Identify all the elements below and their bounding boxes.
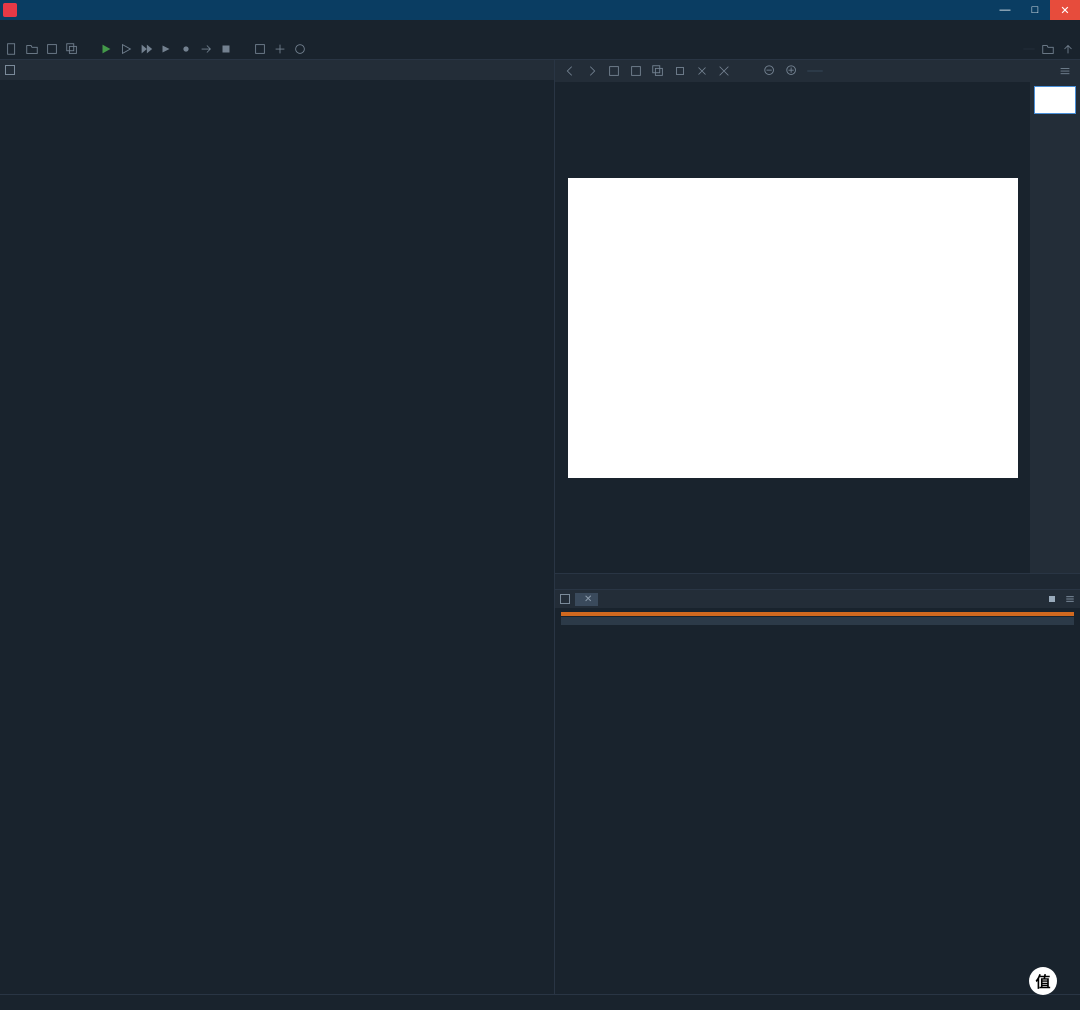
new-file-icon[interactable]: [5, 42, 19, 56]
max-pane-icon[interactable]: [253, 42, 267, 56]
stop-icon[interactable]: [219, 42, 233, 56]
warning-banner: [561, 612, 1074, 616]
prev-plot-icon[interactable]: [563, 64, 577, 78]
watermark-icon: 值: [1029, 967, 1057, 995]
save-icon[interactable]: [45, 42, 59, 56]
save-plot-icon[interactable]: [629, 64, 643, 78]
menubar: [0, 20, 1080, 38]
editor-tabs: [0, 60, 554, 80]
titlebar: — □ ✕: [0, 0, 1080, 20]
delete-plot-icon[interactable]: [695, 64, 709, 78]
statusbar: [0, 994, 1080, 1010]
browse-dir-icon[interactable]: [1041, 42, 1055, 56]
console-options-icon[interactable]: [1064, 593, 1076, 605]
copy-plot-icon[interactable]: [673, 64, 687, 78]
console-output[interactable]: [555, 608, 1080, 994]
console-list-icon[interactable]: [559, 593, 571, 605]
run-selection-icon[interactable]: [159, 42, 173, 56]
delete-all-plots-icon[interactable]: [717, 64, 731, 78]
main-toolbar: [0, 38, 1080, 60]
python-path-icon[interactable]: [273, 42, 287, 56]
next-plot-icon[interactable]: [585, 64, 599, 78]
plot-figure: [568, 178, 1018, 478]
app-icon: [3, 3, 17, 17]
plots-pane: [555, 60, 1080, 590]
debug-icon[interactable]: [179, 42, 193, 56]
zoom-fit-icon[interactable]: [607, 64, 621, 78]
run-icon[interactable]: [99, 42, 113, 56]
console-tab[interactable]: ✕: [575, 593, 598, 606]
code-editor[interactable]: [0, 80, 554, 994]
editor-pane: [0, 60, 555, 994]
interrupt-icon[interactable]: [1046, 593, 1058, 605]
working-dir[interactable]: [1023, 48, 1035, 50]
close-icon[interactable]: ✕: [584, 594, 592, 605]
zoom-level: [807, 70, 823, 72]
save-all-icon[interactable]: [65, 42, 79, 56]
run-cell-advance-icon[interactable]: [139, 42, 153, 56]
watermark: 值: [1029, 967, 1065, 995]
file-browser-icon[interactable]: [4, 64, 16, 76]
maximize-button[interactable]: □: [1020, 0, 1050, 20]
plot-thumbnails: [1030, 82, 1080, 573]
prefs-icon[interactable]: [293, 42, 307, 56]
plot-thumbnail[interactable]: [1034, 86, 1076, 114]
open-folder-icon[interactable]: [25, 42, 39, 56]
console-pane: ✕: [555, 590, 1080, 994]
parent-dir-icon[interactable]: [1061, 42, 1075, 56]
zoom-in-icon[interactable]: [785, 64, 799, 78]
minimize-button[interactable]: —: [990, 0, 1020, 20]
zoom-out-icon[interactable]: [763, 64, 777, 78]
close-button[interactable]: ✕: [1050, 0, 1080, 20]
warning-message: [561, 617, 1074, 625]
debug-step-icon[interactable]: [199, 42, 213, 56]
save-all-plots-icon[interactable]: [651, 64, 665, 78]
pane-options-icon[interactable]: [1058, 64, 1072, 78]
run-cell-icon[interactable]: [119, 42, 133, 56]
